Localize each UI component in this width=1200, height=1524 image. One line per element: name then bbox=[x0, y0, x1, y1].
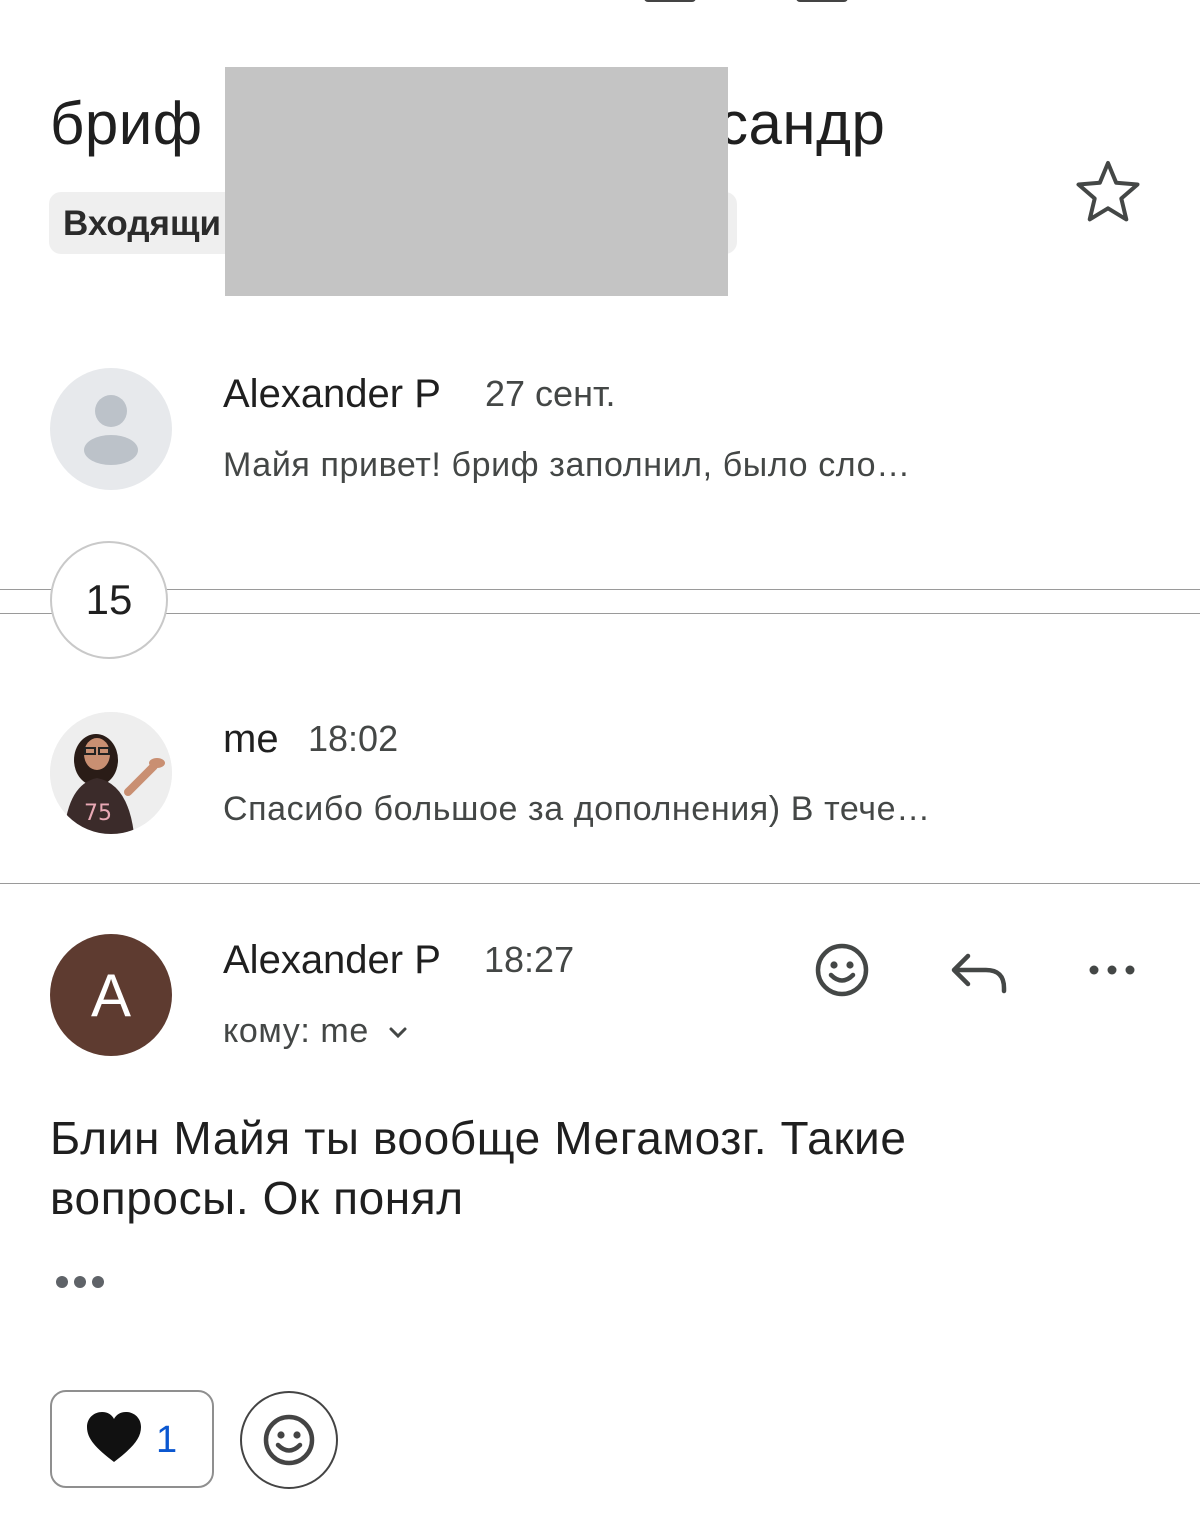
divider bbox=[0, 883, 1200, 884]
reaction-count: 1 bbox=[156, 1419, 178, 1461]
chevron-down-icon bbox=[389, 1027, 407, 1039]
reply-icon[interactable] bbox=[946, 938, 1010, 1002]
divider bbox=[0, 589, 1200, 590]
divider bbox=[0, 613, 1200, 614]
more-options-icon[interactable] bbox=[1080, 938, 1144, 1002]
delete-icon[interactable] bbox=[796, 0, 848, 2]
message-sender: Alexander P bbox=[223, 372, 441, 416]
svg-text:75: 75 bbox=[84, 801, 112, 826]
heart-icon bbox=[84, 1408, 144, 1468]
add-reaction-button[interactable] bbox=[240, 1391, 338, 1489]
star-icon[interactable] bbox=[1072, 156, 1144, 228]
reaction-chip[interactable] bbox=[50, 1390, 214, 1488]
smiley-icon bbox=[263, 1414, 315, 1466]
message-time: 18:02 bbox=[308, 718, 399, 759]
message-snippet[interactable]: Майя привет! бриф заполнил, было сло… bbox=[223, 443, 911, 487]
show-trimmed-content-icon[interactable] bbox=[52, 1270, 108, 1294]
message-snippet[interactable]: Спасибо большое за дополнения) В тече… bbox=[223, 787, 931, 831]
thread-subject: бриф bbox=[50, 90, 203, 157]
label-text: Входящи bbox=[63, 204, 222, 243]
message-sender: Alexander P bbox=[223, 938, 441, 982]
avatar[interactable]: A bbox=[50, 934, 172, 1056]
message-time: 27 сент. bbox=[485, 373, 616, 414]
message-time: 18:27 bbox=[484, 939, 575, 980]
person-placeholder-icon bbox=[84, 395, 138, 465]
back-arrow-icon[interactable] bbox=[60, 0, 88, 6]
add-emoji-reaction-icon[interactable] bbox=[810, 938, 874, 1002]
message-body: Блин Майя ты вообще Мегамозг. Такие вопр… bbox=[50, 1112, 907, 1224]
avatar[interactable]: 75 bbox=[50, 712, 172, 834]
collapsed-messages-count[interactable]: 15 bbox=[50, 541, 168, 659]
redaction-box bbox=[225, 67, 728, 296]
user-photo: 75 bbox=[50, 712, 172, 834]
message-sender: me bbox=[223, 717, 279, 761]
recipients[interactable]: кому: me bbox=[223, 1009, 411, 1053]
avatar[interactable] bbox=[50, 368, 172, 490]
thread-subject-end: сандр bbox=[718, 90, 886, 157]
archive-icon[interactable] bbox=[644, 0, 696, 2]
recipients-text: кому: me bbox=[223, 1012, 369, 1050]
